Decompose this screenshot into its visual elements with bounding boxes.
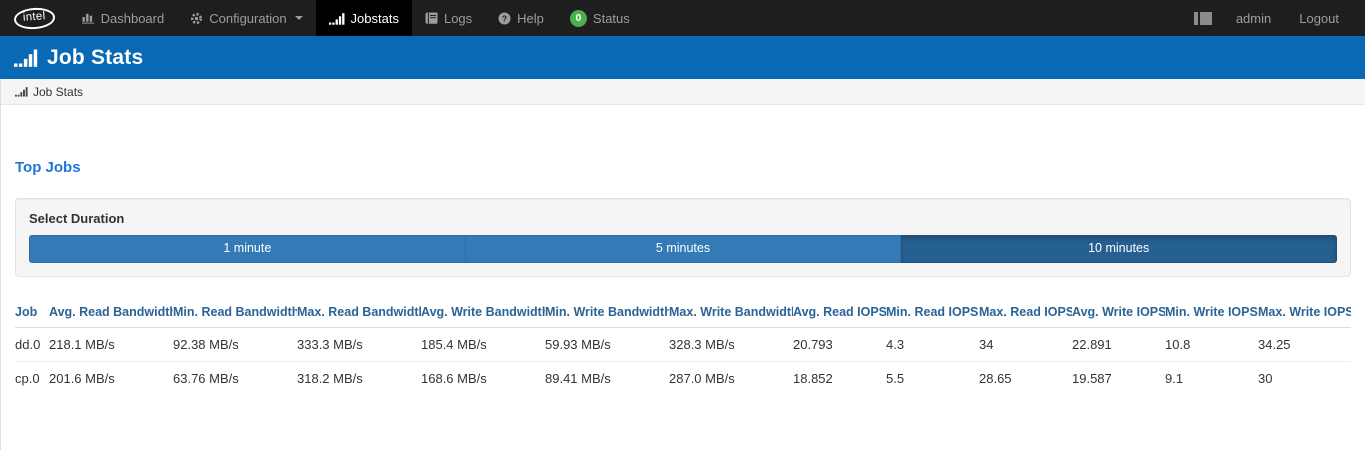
column-header-job: Job <box>15 297 49 328</box>
duration-option-1-minute[interactable]: 1 minute <box>29 235 466 263</box>
table-cell: 168.6 MB/s <box>421 361 545 395</box>
table-cell: 201.6 MB/s <box>49 361 173 395</box>
column-header-link[interactable]: Min. Read Bandwidth <box>173 305 297 319</box>
nav-user-admin[interactable]: admin <box>1222 0 1285 36</box>
column-header-avg-read-iops: Avg. Read IOPS <box>793 297 886 328</box>
column-header-max-read-bandwidth: Max. Read Bandwidth <box>297 297 421 328</box>
nav-item-logs[interactable]: Logs <box>412 0 485 36</box>
column-header-link[interactable]: Avg. Read Bandwidth <box>49 305 173 319</box>
table-cell: cp.0 <box>15 361 49 395</box>
page-title: Job Stats <box>47 46 143 70</box>
table-cell: 22.891 <box>1072 327 1165 361</box>
breadcrumb-item-job-stats[interactable]: Job Stats <box>33 85 83 99</box>
gear-icon <box>190 12 203 25</box>
table-cell: 9.1 <box>1165 361 1258 395</box>
table-cell: 18.852 <box>793 361 886 395</box>
table-cell: 63.76 MB/s <box>173 361 297 395</box>
column-header-min-write-bandwidth: Min. Write Bandwidth <box>545 297 669 328</box>
nav-item-label: Help <box>517 11 544 26</box>
bar-chart-icon <box>82 12 95 24</box>
column-header-link[interactable]: Min. Write IOPS <box>1165 305 1258 319</box>
question-icon: ? <box>498 12 511 25</box>
breadcrumb: Job Stats <box>1 79 1365 105</box>
duration-panel-label: Select Duration <box>29 211 1337 226</box>
column-header-max-write-iops: Max. Write IOPS <box>1258 297 1351 328</box>
column-header-link[interactable]: Min. Write Bandwidth <box>545 305 669 319</box>
duration-panel: Select Duration 1 minute 5 minutes 10 mi… <box>15 198 1351 277</box>
table-cell: 59.93 MB/s <box>545 327 669 361</box>
table-cell: 89.41 MB/s <box>545 361 669 395</box>
duration-option-5-minutes[interactable]: 5 minutes <box>466 235 902 263</box>
signal-icon <box>329 12 345 25</box>
section-title: Top Jobs <box>15 159 1351 176</box>
signal-icon <box>15 86 28 97</box>
top-navbar: intel Dashboard Configuration <box>0 0 1365 36</box>
table-cell: 318.2 MB/s <box>297 361 421 395</box>
column-header-link[interactable]: Max. Write Bandwidth <box>669 305 793 319</box>
table-cell: 185.4 MB/s <box>421 327 545 361</box>
column-header-link[interactable]: Max. Read IOPS <box>979 305 1072 319</box>
duration-button-group: 1 minute 5 minutes 10 minutes <box>29 235 1337 263</box>
table-cell: 333.3 MB/s <box>297 327 421 361</box>
column-header-link[interactable]: Min. Read IOPS <box>886 305 978 319</box>
column-header-min-read-iops: Min. Read IOPS <box>886 297 979 328</box>
logout-button[interactable]: Logout <box>1285 0 1353 36</box>
nav-item-status[interactable]: 0 Status <box>557 0 643 36</box>
jobs-table-body: dd.0218.1 MB/s92.38 MB/s333.3 MB/s185.4 … <box>15 327 1351 395</box>
nav-item-dashboard[interactable]: Dashboard <box>69 0 178 36</box>
nav-item-label: Logs <box>444 11 472 26</box>
table-cell: 328.3 MB/s <box>669 327 793 361</box>
column-header-link[interactable]: Max. Read Bandwidth <box>297 305 421 319</box>
table-cell: 30 <box>1258 361 1351 395</box>
table-cell: 19.587 <box>1072 361 1165 395</box>
column-header-avg-read-bandwidth: Avg. Read Bandwidth <box>49 297 173 328</box>
column-header-link[interactable]: Job <box>15 305 37 319</box>
page-body: Job Stats Top Jobs Select Duration 1 min… <box>0 79 1365 450</box>
duration-option-10-minutes[interactable]: 10 minutes <box>901 235 1337 263</box>
column-header-avg-write-bandwidth: Avg. Write Bandwidth <box>421 297 545 328</box>
intel-logo-text: intel <box>13 6 55 29</box>
table-cell: 10.8 <box>1165 327 1258 361</box>
nav-item-label: Configuration <box>209 11 286 26</box>
table-cell: 287.0 MB/s <box>669 361 793 395</box>
table-cell: 34.25 <box>1258 327 1351 361</box>
table-cell: 28.65 <box>979 361 1072 395</box>
nav-item-help[interactable]: ? Help <box>485 0 557 36</box>
column-header-min-read-bandwidth: Min. Read Bandwidth <box>173 297 297 328</box>
table-cell: dd.0 <box>15 327 49 361</box>
column-header-link[interactable]: Avg. Write IOPS <box>1072 305 1165 319</box>
table-cell: 20.793 <box>793 327 886 361</box>
status-badge: 0 <box>570 10 587 27</box>
table-cell: 4.3 <box>886 327 979 361</box>
nav-item-label: Jobstats <box>351 11 399 26</box>
intel-logo[interactable]: intel <box>0 0 69 36</box>
column-header-max-write-bandwidth: Max. Write Bandwidth <box>669 297 793 328</box>
table-row: dd.0218.1 MB/s92.38 MB/s333.3 MB/s185.4 … <box>15 327 1351 361</box>
nav-item-configuration[interactable]: Configuration <box>177 0 315 36</box>
chevron-down-icon <box>295 16 303 20</box>
nav-item-label: Status <box>593 11 630 26</box>
column-header-min-write-iops: Min. Write IOPS <box>1165 297 1258 328</box>
table-row: cp.0201.6 MB/s63.76 MB/s318.2 MB/s168.6 … <box>15 361 1351 395</box>
column-header-link[interactable]: Max. Write IOPS <box>1258 305 1351 319</box>
table-cell: 34 <box>979 327 1072 361</box>
table-cell: 218.1 MB/s <box>49 327 173 361</box>
column-header-link[interactable]: Avg. Read IOPS <box>793 305 886 319</box>
jobs-table-head-row: Job Avg. Read BandwidthMin. Read Bandwidt… <box>15 297 1351 328</box>
jobs-table: Job Avg. Read BandwidthMin. Read Bandwidt… <box>15 297 1351 395</box>
svg-text:?: ? <box>502 13 507 23</box>
column-header-link[interactable]: Avg. Write Bandwidth <box>421 305 545 319</box>
nav-item-label: Dashboard <box>101 11 165 26</box>
user-icon <box>1194 12 1212 25</box>
table-cell: 92.38 MB/s <box>173 327 297 361</box>
table-cell: 5.5 <box>886 361 979 395</box>
signal-icon <box>14 48 38 67</box>
column-header-avg-write-iops: Avg. Write IOPS <box>1072 297 1165 328</box>
nav-item-jobstats[interactable]: Jobstats <box>316 0 412 36</box>
column-header-max-read-iops: Max. Read IOPS <box>979 297 1072 328</box>
page-header: Job Stats <box>0 36 1365 79</box>
book-icon <box>425 12 438 25</box>
